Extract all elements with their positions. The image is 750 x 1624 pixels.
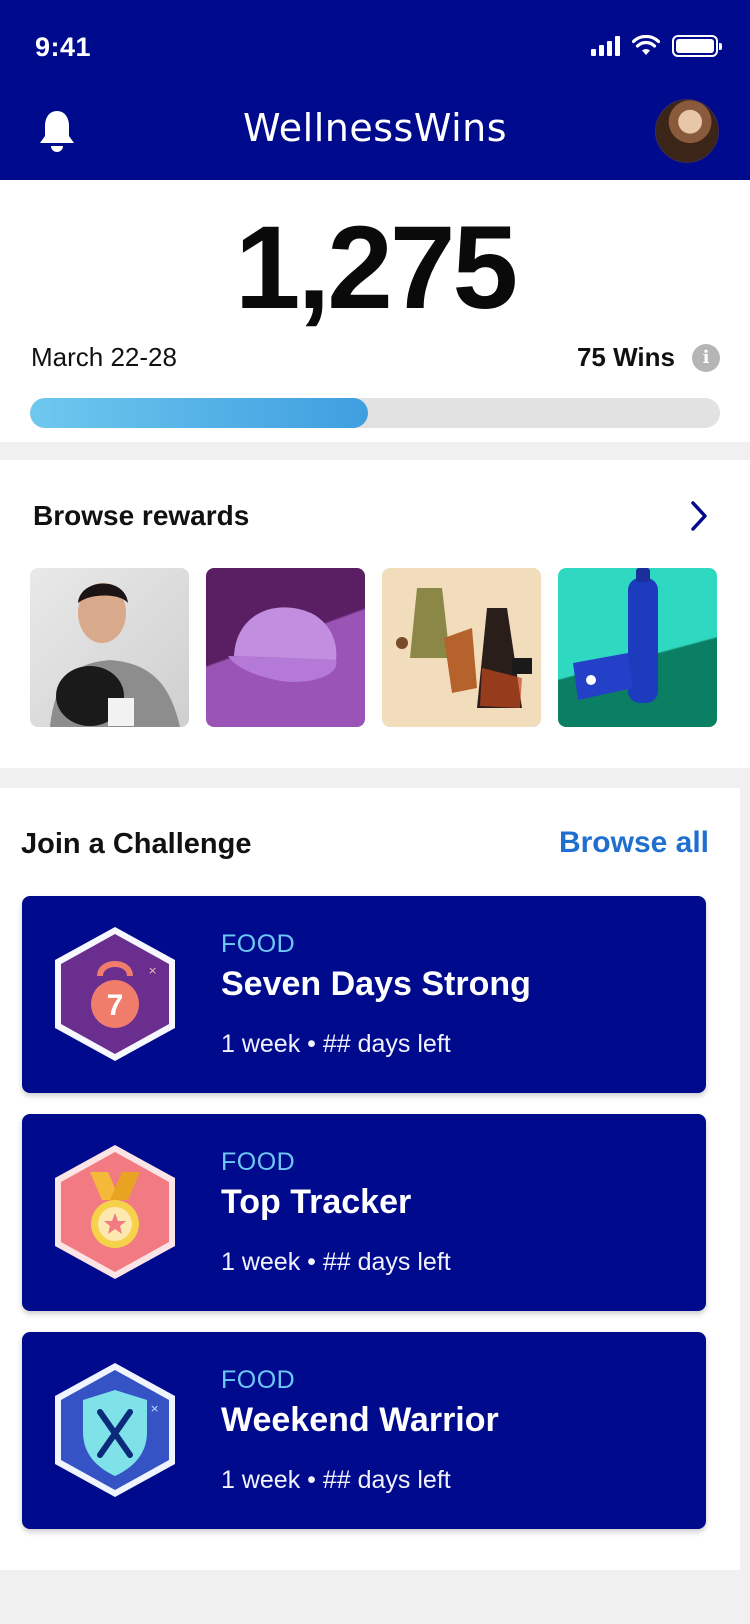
shield-utensils-badge-icon: ×	[55, 1363, 175, 1497]
progress-fill	[30, 398, 369, 428]
challenge-category: FOOD	[221, 1366, 296, 1394]
wins-count: 75 Wins	[576, 342, 675, 372]
profile-avatar[interactable]	[655, 99, 719, 163]
rewards-title: Browse rewards	[33, 500, 250, 531]
wifi-icon	[632, 35, 660, 55]
reward-tile-boxing[interactable]	[30, 568, 189, 727]
challenge-duration: 1 week • ## days left	[221, 1248, 451, 1276]
challenge-name: Weekend Warrior	[221, 1401, 499, 1439]
progress-bar	[30, 398, 720, 428]
points-summary: 1,275 March 22-28 75 Wins i	[0, 180, 750, 442]
challenge-card[interactable]: × FOOD Weekend Warrior 1 week • ## days …	[22, 1332, 706, 1529]
clothing-flatlay-image	[396, 588, 532, 708]
challenge-card[interactable]: FOOD Top Tracker 1 week • ## days left	[22, 1114, 706, 1311]
date-range: March 22-28	[31, 342, 177, 372]
water-bottle-image	[573, 568, 658, 703]
svg-text:7: 7	[107, 989, 124, 1022]
challenge-name: Seven Days Strong	[221, 965, 531, 1003]
cellular-signal-icon	[591, 36, 620, 56]
challenge-name: Top Tracker	[221, 1183, 412, 1221]
status-icons	[591, 34, 722, 58]
purple-cap-image	[228, 607, 337, 682]
kettlebell-badge-icon: 7 ×	[55, 927, 175, 1061]
challenge-card[interactable]: 7 × FOOD Seven Days Strong 1 week • ## d…	[22, 896, 706, 1093]
status-time: 9:41	[35, 32, 92, 62]
battery-icon	[672, 35, 722, 57]
challenges-title: Join a Challenge	[21, 828, 252, 860]
challenge-duration: 1 week • ## days left	[221, 1466, 451, 1494]
info-icon[interactable]: i	[692, 344, 720, 372]
boxing-hoodie-image	[50, 583, 180, 727]
app-header: 9:41 WellnessWins	[0, 0, 750, 180]
reward-tile-bottle[interactable]	[558, 568, 717, 727]
browse-all-link[interactable]: Browse all	[559, 826, 709, 860]
challenge-category: FOOD	[221, 1148, 296, 1176]
challenge-duration: 1 week • ## days left	[221, 1030, 451, 1058]
challenge-category: FOOD	[221, 930, 296, 958]
rewards-section: Browse rewards	[0, 460, 750, 768]
challenges-section: Join a Challenge Browse all 7 × FOOD Sev…	[0, 788, 740, 1570]
svg-text:×: ×	[148, 964, 157, 977]
reward-tile-cap[interactable]	[206, 568, 365, 727]
app-title: WellnessWins	[242, 106, 508, 150]
chevron-right-icon[interactable]	[684, 498, 714, 534]
medal-badge-icon	[55, 1145, 175, 1279]
reward-tile-clothing[interactable]	[382, 568, 541, 727]
points-total: 1,275	[234, 202, 518, 334]
svg-text:×: ×	[150, 1402, 159, 1415]
